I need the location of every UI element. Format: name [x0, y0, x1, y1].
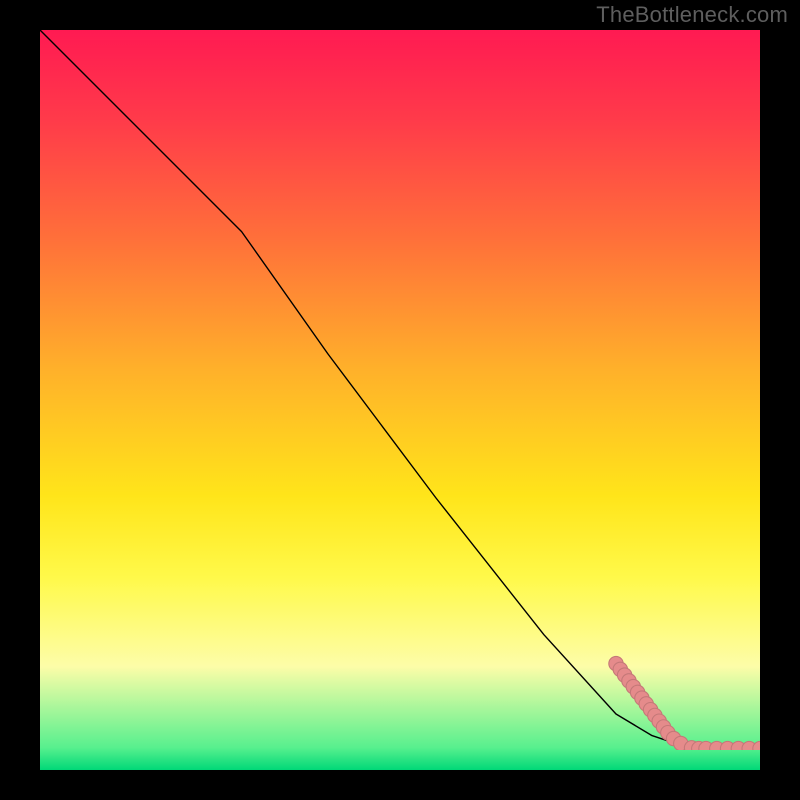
series-points	[609, 656, 760, 750]
chart-frame: TheBottleneck.com	[0, 0, 800, 800]
attribution-label: TheBottleneck.com	[596, 2, 788, 28]
series-curve	[40, 30, 760, 749]
plot-area	[40, 30, 760, 770]
chart-svg	[40, 30, 760, 750]
